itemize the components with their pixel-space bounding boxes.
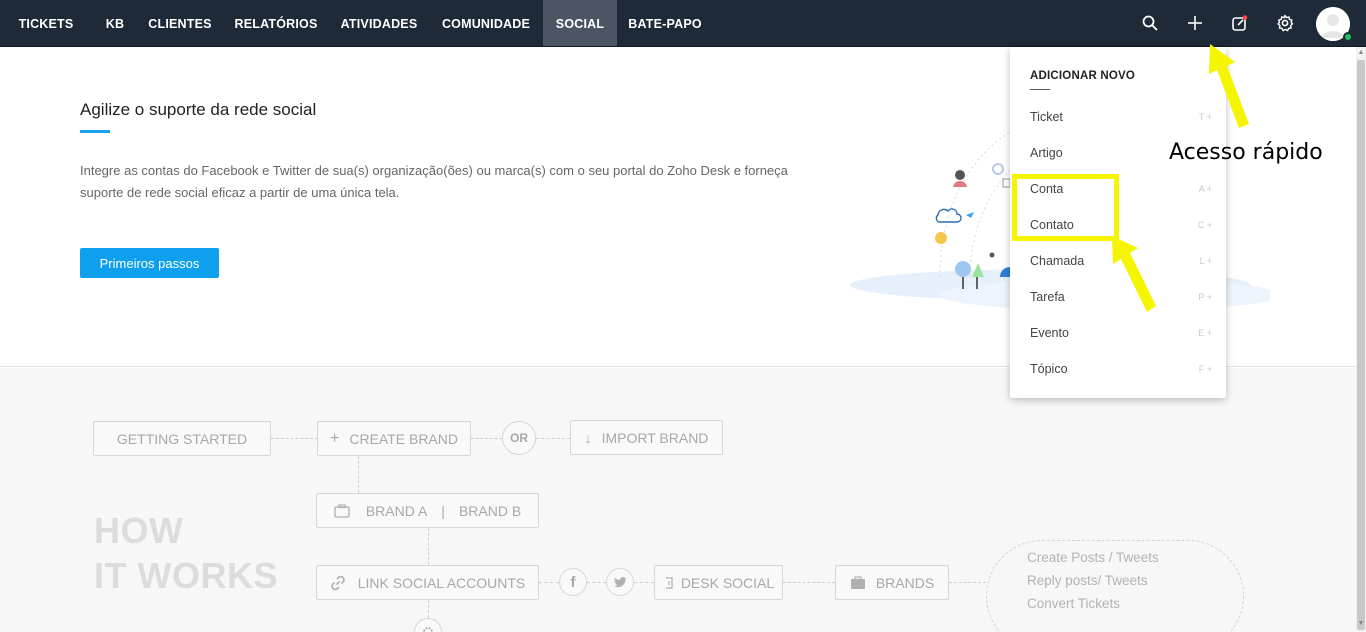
page-title: Agilize o suporte da rede social [80, 100, 317, 119]
menu-item-label: Tópico [1030, 362, 1068, 376]
briefcase-icon [334, 503, 350, 518]
dropdown-header-underline [1030, 89, 1050, 90]
scroll-up-arrow[interactable]: ▲ [1357, 49, 1365, 59]
shortcut-hint: C + [1197, 220, 1212, 230]
shortcut-hint: L + [1199, 256, 1212, 266]
plus-icon[interactable] [1183, 11, 1207, 35]
nav-tab-comunidade[interactable]: COMUNIDADE [432, 0, 540, 46]
link-social-label: LINK SOCIAL ACCOUNTS [357, 574, 526, 591]
dropdown-header: ADICIONAR NOVO [1030, 70, 1136, 82]
brand-separator: | [441, 502, 445, 519]
shortcut-hint: A + [1198, 184, 1212, 194]
online-status-indicator [1343, 32, 1353, 42]
twitter-icon [606, 568, 634, 596]
highlight-box [1012, 174, 1119, 241]
how-it-works-heading: HOW IT WORKS [94, 508, 278, 598]
brand-b-label: BRAND B [458, 502, 522, 519]
action-reply-posts: Reply posts/ Tweets [1027, 573, 1148, 588]
nav-tab-tickets[interactable]: TICKETS [8, 0, 84, 46]
briefcase-icon [850, 575, 865, 589]
brands-label: BRANDS [875, 574, 935, 591]
or-separator: OR [502, 421, 536, 455]
gear-icon[interactable] [1273, 11, 1297, 35]
link-social-accounts-step: LINK SOCIAL ACCOUNTS [316, 565, 539, 600]
import-brand-step: ↓ IMPORT BRAND [570, 420, 723, 455]
desk-social-label: DESK SOCIAL [680, 574, 775, 591]
intro-description: Integre as contas do Facebook e Twitter … [80, 163, 788, 200]
plus-icon: + [330, 429, 340, 447]
nav-tab-kb[interactable]: KB [96, 0, 134, 46]
brands-step: BRAND A | BRAND B [316, 493, 539, 528]
menu-item-label: Artigo [1030, 146, 1063, 160]
how-line-2: IT WORKS [94, 555, 278, 596]
facebook-icon: f [559, 568, 587, 596]
search-icon[interactable] [1138, 11, 1162, 35]
scrollbar-thumb[interactable] [1357, 60, 1365, 630]
menu-item-label: Tarefa [1030, 290, 1065, 304]
brands-destination-step: BRANDS [835, 565, 949, 600]
top-navigation-bar: TICKETS KB CLIENTES RELATÓRIOS ATIVIDADE… [0, 0, 1366, 47]
create-brand-step: + CREATE BRAND [317, 421, 471, 456]
brand-a-label: BRAND A [365, 502, 428, 519]
add-topic-item[interactable]: Tópico F + [1010, 352, 1226, 388]
action-create-posts: Create Posts / Tweets [1027, 550, 1159, 565]
nav-tab-atividades[interactable]: ATIVIDADES [332, 0, 426, 46]
how-it-works-section: GETTING STARTED + CREATE BRAND OR ↓ IMPO… [0, 368, 1356, 632]
arrow-down-icon: ↓ [584, 429, 592, 446]
nav-tab-social[interactable]: SOCIAL [543, 0, 617, 46]
how-line-1: HOW [94, 510, 184, 551]
menu-item-label: Chamada [1030, 254, 1085, 268]
shortcut-hint: E + [1198, 328, 1212, 338]
menu-item-label: Evento [1030, 326, 1069, 340]
getting-started-step: GETTING STARTED [93, 421, 271, 456]
nav-tab-bate-papo[interactable]: BATE-PAPO [621, 0, 709, 46]
compose-icon[interactable] [1228, 11, 1252, 35]
nav-tab-relatorios[interactable]: RELATÓRIOS [226, 0, 326, 46]
settings-step-icon [414, 618, 442, 632]
annotation-label: Acesso rápido [1169, 140, 1323, 165]
add-event-item[interactable]: Evento E + [1010, 316, 1226, 352]
shortcut-hint: P + [1198, 292, 1212, 302]
create-brand-label: CREATE BRAND [349, 430, 458, 447]
annotation-arrow-up [1209, 44, 1249, 128]
menu-item-label: Ticket [1030, 110, 1063, 124]
desk-social-step: DESK SOCIAL [654, 565, 783, 600]
annotation-arrow-diag [1112, 236, 1156, 312]
link-icon [331, 575, 345, 590]
action-convert-tickets: Convert Tickets [1027, 596, 1121, 611]
scroll-down-arrow[interactable]: ▼ [1357, 620, 1365, 630]
shortcut-hint: F + [1198, 364, 1212, 374]
title-underline [80, 130, 110, 133]
import-brand-label: IMPORT BRAND [601, 429, 709, 446]
get-started-button[interactable]: Primeiros passos [80, 248, 219, 278]
desk-social-icon [665, 576, 673, 589]
nav-tab-clientes[interactable]: CLIENTES [140, 0, 220, 46]
add-ticket-item[interactable]: Ticket T + [1010, 100, 1226, 136]
